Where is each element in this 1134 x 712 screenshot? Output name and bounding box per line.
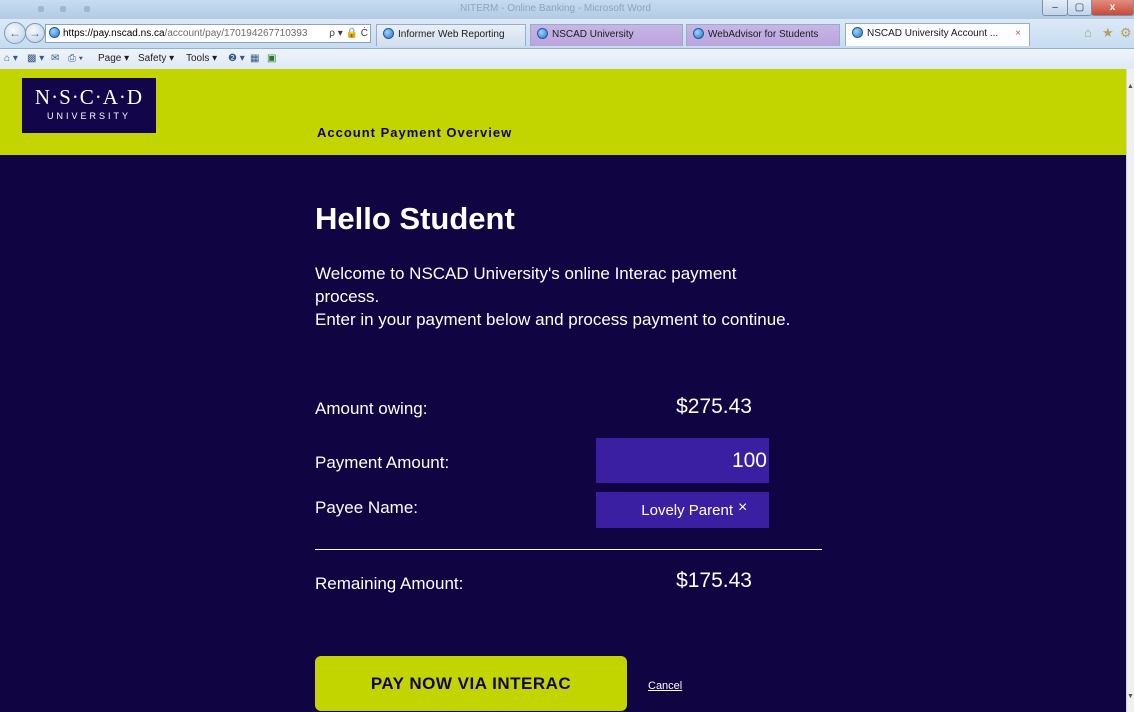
research-icon[interactable]: ▦ (250, 53, 259, 64)
scroll-up-icon[interactable]: ▲ (1127, 83, 1134, 90)
tab-webadvisor[interactable]: WebAdvisor for Students (686, 24, 840, 46)
arrow-right-icon: → (29, 26, 41, 40)
arrow-left-icon: ← (9, 26, 21, 40)
window-title: NITERM - Online Banking - Microsoft Word (460, 3, 651, 14)
logo-name: N·S·C·A·D (34, 85, 144, 109)
ie-page-icon (383, 28, 394, 39)
page-menu[interactable]: Page ▾ (98, 53, 129, 64)
cancel-link[interactable]: Cancel (648, 680, 682, 692)
divider (315, 549, 822, 550)
amount-owing-label: Amount owing: (315, 399, 428, 418)
welcome-line: Enter in your payment below and process … (315, 310, 791, 329)
back-button[interactable]: ← (4, 22, 26, 44)
tab-label: WebAdvisor for Students (708, 29, 819, 40)
home-icon[interactable]: ⌂ ▾ (4, 53, 18, 64)
quick-access-icon[interactable] (38, 6, 44, 12)
rss-icon[interactable]: ▩ ▾ (27, 53, 44, 64)
clear-icon[interactable]: × (738, 499, 747, 517)
greeting-heading: Hello Student (315, 201, 515, 236)
remaining-amount-label: Remaining Amount: (315, 574, 464, 593)
address-bar[interactable]: https://pay.nscad.ns.ca/account/pay/1701… (45, 24, 371, 43)
home-icon[interactable]: ⌂ (1084, 25, 1092, 40)
window-titlebar: NITERM - Online Banking - Microsoft Word… (0, 0, 1134, 19)
tab-close-icon[interactable]: × (1015, 24, 1021, 44)
tab-informer[interactable]: Informer Web Reporting (376, 24, 526, 46)
tools-menu[interactable]: Tools ▾ (186, 53, 217, 64)
browser-navbar: ← → https://pay.nscad.ns.ca/account/pay/… (0, 19, 1134, 49)
logo-subtitle: UNIVERSITY (46, 111, 131, 121)
page-header: N·S·C·A·D UNIVERSITY Account Payment Ove… (0, 69, 1126, 155)
quick-access-icon[interactable] (84, 6, 90, 12)
ie-page-icon (852, 27, 863, 38)
address-tools[interactable]: ρ ▾ 🔒 Ċ (326, 25, 368, 42)
tab-nscad-account[interactable]: NSCAD University Account ... × (845, 23, 1030, 46)
ie-page-icon (537, 28, 548, 39)
minimize-button[interactable]: – (1042, 0, 1068, 16)
safety-menu[interactable]: Safety ▾ (138, 53, 174, 64)
welcome-line: Welcome to NSCAD University's online Int… (315, 264, 737, 306)
favorites-icon[interactable]: ★ (1102, 25, 1114, 41)
help-icon[interactable]: ❷ ▾ (228, 53, 245, 64)
url-host: https://pay.nscad.ns.ca (63, 28, 165, 39)
payee-name-label: Payee Name: (315, 498, 418, 517)
nscad-logo[interactable]: N·S·C·A·D UNIVERSITY (22, 78, 156, 133)
command-bar: ⌂ ▾ ▩ ▾ ✉ ⎙ ▾ Page ▾ Safety ▾ Tools ▾ ❷ … (0, 49, 1134, 69)
payment-amount-input[interactable] (596, 438, 769, 483)
url-path: /account/pay/170194267710393 (164, 28, 308, 39)
amount-owing-value: $275.43 (676, 395, 752, 418)
tab-label: Informer Web Reporting (398, 29, 505, 40)
tab-label: NSCAD University Account ... (867, 28, 999, 39)
ie-page-icon (49, 27, 60, 38)
pay-now-button[interactable]: PAY NOW VIA INTERAC (315, 656, 627, 711)
vertical-scrollbar[interactable]: ▲ ▼ (1126, 69, 1134, 712)
ie-page-icon (693, 28, 704, 39)
payment-amount-label: Payment Amount: (315, 453, 450, 472)
payee-name-input[interactable] (596, 492, 733, 528)
quick-access-icon[interactable] (60, 6, 66, 12)
forward-button[interactable]: → (25, 23, 45, 43)
close-window-button[interactable]: x (1091, 0, 1134, 16)
mail-icon[interactable]: ✉ (51, 53, 59, 64)
tab-label: NSCAD University (552, 29, 634, 40)
onenote-icon[interactable]: ▣ (267, 53, 276, 64)
maximize-button[interactable]: ▢ (1067, 0, 1092, 16)
print-icon[interactable]: ⎙ ▾ (68, 53, 83, 64)
tab-nscad[interactable]: NSCAD University (530, 24, 683, 46)
remaining-amount-value: $175.43 (676, 569, 752, 592)
gear-icon[interactable]: ⚙ (1120, 25, 1132, 41)
page-title: Account Payment Overview (317, 125, 513, 140)
payee-name-field[interactable]: × (596, 492, 769, 528)
payment-page: N·S·C·A·D UNIVERSITY Account Payment Ove… (0, 69, 1126, 712)
scroll-down-icon[interactable]: ▼ (1127, 693, 1134, 700)
welcome-text: Welcome to NSCAD University's online Int… (315, 262, 795, 331)
